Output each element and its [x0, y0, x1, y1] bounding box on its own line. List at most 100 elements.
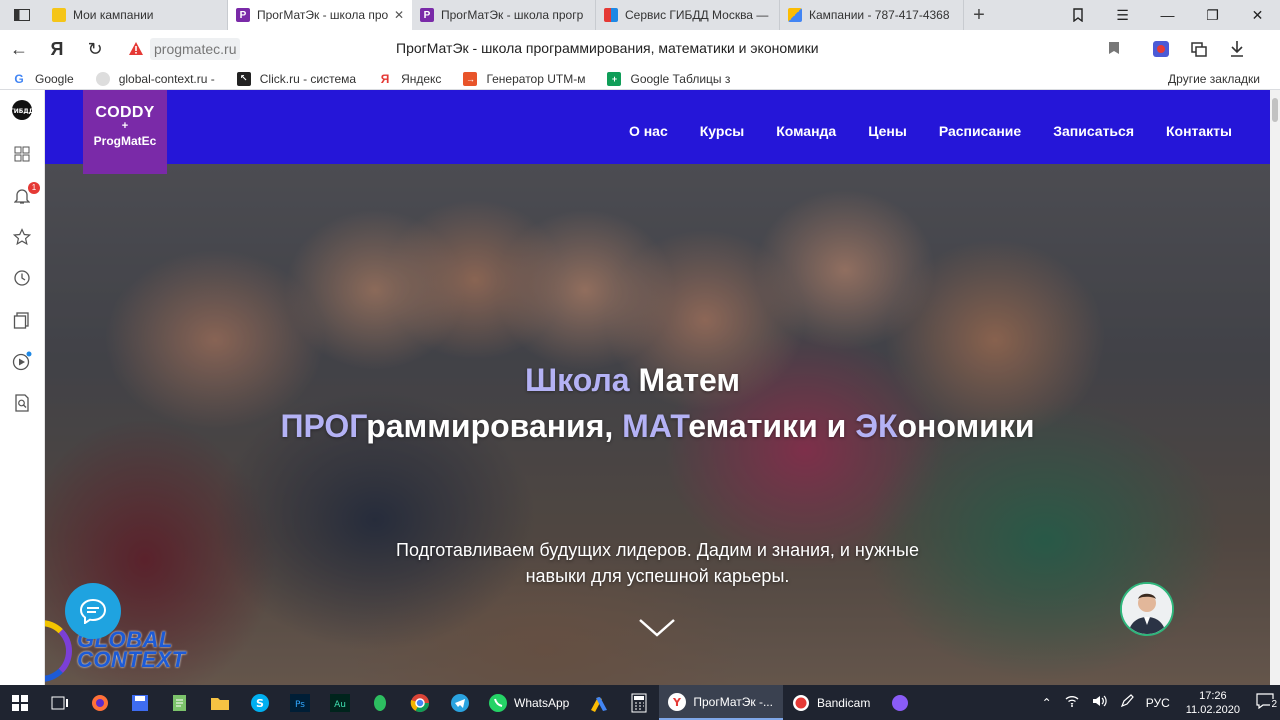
sheets-icon: +	[607, 71, 622, 86]
google-icon: G	[12, 71, 26, 86]
network-wifi-icon[interactable]	[1058, 694, 1086, 711]
evernote-icon[interactable]	[360, 685, 400, 720]
scrollbar-thumb[interactable]	[1272, 98, 1278, 122]
download-icon[interactable]	[1228, 40, 1246, 58]
chrome-icon[interactable]	[400, 685, 440, 720]
warning-icon[interactable]	[128, 41, 144, 57]
svg-text:Au: Au	[334, 700, 346, 710]
menu-icon[interactable]: ☰	[1100, 0, 1145, 30]
taskbar-bandicam[interactable]: Bandicam	[783, 685, 880, 720]
bookmark-utm[interactable]: → Генератор UTM-м	[451, 71, 595, 86]
video-play-icon[interactable]	[11, 350, 33, 372]
page-scrollbar[interactable]	[1270, 90, 1280, 685]
close-window-icon[interactable]: ✕	[1235, 0, 1280, 30]
reload-icon[interactable]: ↻	[76, 39, 114, 60]
skype-icon[interactable]: S	[240, 685, 280, 720]
telegram-icon[interactable]	[440, 685, 480, 720]
sidebar-toggle-icon[interactable]	[0, 0, 44, 30]
restore-icon[interactable]: ❐	[1190, 0, 1235, 30]
progmatec-favicon-icon: P	[420, 8, 434, 22]
clock[interactable]: 17:26 11.02.2020	[1176, 689, 1250, 717]
menu-item-prices[interactable]: Цены	[868, 123, 907, 139]
url-field[interactable]: progmatec.ru ПрогМатЭк - школа программи…	[122, 35, 1132, 63]
menu-item-schedule[interactable]: Расписание	[939, 123, 1021, 139]
back-icon[interactable]: ←	[0, 39, 38, 60]
menu-item-team[interactable]: Команда	[776, 123, 836, 139]
extension-icon[interactable]	[1152, 40, 1170, 58]
bookmark-google[interactable]: G Google	[0, 71, 84, 86]
purple-app-icon[interactable]	[880, 685, 920, 720]
other-bookmarks[interactable]: Другие закладки	[1168, 72, 1280, 86]
floppy-save-icon[interactable]	[120, 685, 160, 720]
calculator-icon[interactable]	[619, 685, 659, 720]
bookmark-google-sheets[interactable]: + Google Таблицы з	[595, 71, 740, 86]
menu-item-courses[interactable]: Курсы	[700, 123, 744, 139]
svg-text:ГИБДД: ГИБДД	[11, 108, 33, 115]
star-icon[interactable]	[11, 226, 33, 248]
tab-3[interactable]: Сервис ГИБДД Москва —	[596, 0, 780, 30]
campaign-favicon-icon	[52, 8, 66, 22]
url-host: progmatec.ru	[150, 38, 241, 60]
notification-badge: 1	[28, 182, 40, 194]
tab-4[interactable]: Кампании - 787-417-4368	[780, 0, 964, 30]
history-icon[interactable]	[11, 267, 33, 289]
close-tab-icon[interactable]: ✕	[394, 8, 404, 22]
windows-start-icon[interactable]	[0, 685, 40, 720]
svg-text:Y: Y	[672, 696, 682, 709]
folder-icon[interactable]	[200, 685, 240, 720]
firefox-icon[interactable]	[80, 685, 120, 720]
site-logo[interactable]: CODDY + ProgMatEc	[83, 90, 167, 174]
tab-0[interactable]: Мои кампании	[44, 0, 228, 30]
bookmark-icon[interactable]	[1108, 41, 1120, 55]
hero-headline-line1: Школа Матем	[524, 362, 741, 398]
tab-1[interactable]: P ПрогМатЭк - школа про ✕	[228, 0, 412, 30]
whatsapp-icon	[489, 693, 507, 712]
system-tray: ⌃ РУС 17:26 11.02.2020 2	[1036, 685, 1280, 720]
taskbar-whatsapp[interactable]: WhatsApp	[480, 685, 579, 720]
google-ads-icon[interactable]	[579, 685, 619, 720]
notes-icon[interactable]	[11, 309, 33, 331]
bookmark-manager-icon[interactable]	[1055, 0, 1100, 30]
taskbar-yandex-browser[interactable]: Y ПрогМатЭк -...	[659, 685, 783, 720]
language-indicator[interactable]: РУС	[1140, 696, 1176, 710]
scroll-down-chevron-icon[interactable]	[638, 617, 676, 639]
new-tab-button[interactable]: +	[964, 0, 994, 30]
menu-item-about[interactable]: О нас	[629, 123, 668, 139]
yandex-icon: Я	[378, 71, 393, 86]
yandex-icon[interactable]: Я	[38, 39, 76, 60]
notepad-icon[interactable]	[160, 685, 200, 720]
chat-bubble-icon	[79, 598, 107, 624]
consultant-avatar[interactable]	[1120, 582, 1174, 636]
tab-2[interactable]: P ПрогМатЭк - школа прогр	[412, 0, 596, 30]
action-center-icon[interactable]: 2	[1250, 693, 1280, 712]
page-title: ПрогМатЭк - школа программирования, мате…	[396, 40, 819, 56]
chat-widget-button[interactable]	[65, 583, 121, 639]
task-view-icon[interactable]	[40, 685, 80, 720]
website-viewport: О нас Курсы Команда Цены Расписание Запи…	[45, 90, 1270, 685]
browser-sidebar: ГИБДД 1	[0, 90, 45, 685]
search-document-icon[interactable]	[11, 392, 33, 414]
gibdd-logo-icon[interactable]: ГИБДД	[11, 99, 33, 121]
bookmark-global-context[interactable]: global-context.ru -	[84, 71, 225, 86]
site-menu: О нас Курсы Команда Цены Расписание Запи…	[629, 123, 1232, 139]
bookmark-click-ru[interactable]: ↖ Click.ru - система	[225, 71, 366, 86]
minimize-icon[interactable]: —	[1145, 0, 1190, 30]
collections-icon[interactable]	[1190, 40, 1208, 58]
audition-icon[interactable]: Au	[320, 685, 360, 720]
windows-taskbar: S Ps Au WhatsApp Y ПрогМатЭк -... Bandic…	[0, 685, 1280, 720]
show-hidden-icons-chevron-icon[interactable]: ⌃	[1036, 696, 1058, 710]
hero-headline-line2: ПРОГраммирования, МАТематики и ЭКономики	[280, 408, 1035, 444]
photoshop-icon[interactable]: Ps	[280, 685, 320, 720]
volume-icon[interactable]	[1086, 694, 1114, 711]
utm-icon: →	[463, 71, 478, 86]
yandex-browser-icon: Y	[668, 692, 687, 711]
menu-item-signup[interactable]: Записаться	[1053, 123, 1134, 139]
pen-icon[interactable]	[1114, 694, 1140, 711]
google-ads-favicon-icon	[788, 8, 802, 22]
bookmarks-bar: G Google global-context.ru - ↖ Click.ru …	[0, 68, 1280, 90]
apps-grid-icon[interactable]	[11, 143, 33, 165]
progmatec-favicon-icon: P	[236, 8, 250, 22]
window-controls: ☰ — ❐ ✕	[1055, 0, 1280, 30]
bookmark-yandex[interactable]: Я Яндекс	[366, 71, 451, 86]
menu-item-contacts[interactable]: Контакты	[1166, 123, 1232, 139]
